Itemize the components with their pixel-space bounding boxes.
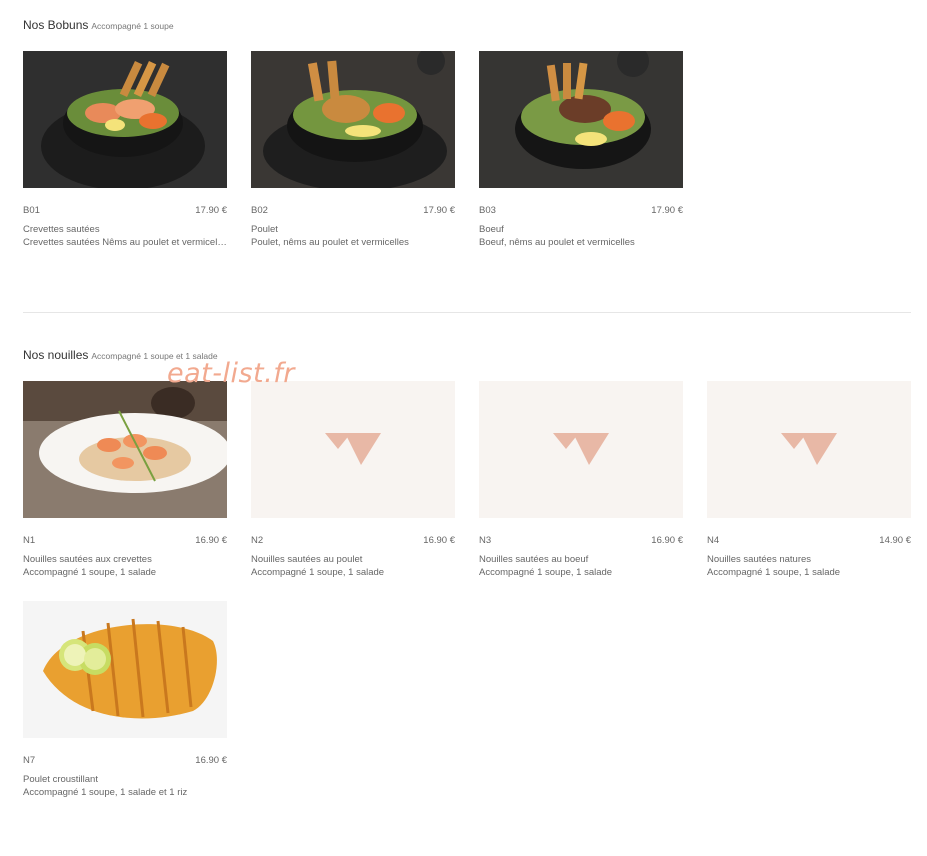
- section-bobuns: Nos Bobuns Accompagné 1 soupe: [23, 18, 911, 32]
- item-price: 17.90 €: [423, 205, 455, 216]
- item-price: 16.90 €: [651, 535, 683, 546]
- placeholder-image: [251, 381, 455, 518]
- item-code: N3: [479, 535, 492, 546]
- item-price: 16.90 €: [195, 755, 227, 766]
- section-title-text: Nos Bobuns: [23, 18, 89, 32]
- item-name: Poulet: [251, 224, 278, 235]
- item-code: N2: [251, 535, 264, 546]
- placeholder-image: [479, 381, 683, 518]
- item-price: 16.90 €: [195, 535, 227, 546]
- placeholder-logo-icon: [553, 432, 609, 465]
- item-description: Accompagné 1 soupe, 1 salade: [479, 567, 613, 578]
- item-description: Poulet, nêms au poulet et vermicelles: [251, 237, 409, 248]
- item-code: N7: [23, 755, 36, 766]
- item-name: Nouilles sautées au boeuf: [479, 554, 589, 565]
- item-code: N4: [707, 535, 720, 546]
- item-description: Accompagné 1 soupe, 1 salade: [251, 567, 385, 578]
- placeholder-logo-icon: [781, 432, 837, 465]
- bobun-shrimp-photo: [23, 51, 227, 188]
- item-name: Poulet croustillant: [23, 774, 98, 785]
- menu-item-card[interactable]: N2 16.90 € Nouilles sautées au poulet Acc…: [251, 381, 455, 578]
- placeholder-image: [707, 381, 911, 518]
- menu-item-card[interactable]: N4 14.90 € Nouilles sautées natures Accom…: [707, 381, 911, 578]
- section-title-text: Nos nouilles: [23, 348, 89, 362]
- placeholder-logo-icon: [325, 432, 381, 465]
- section-nouilles: Nos nouilles Accompagné 1 soupe et 1 sala…: [23, 348, 911, 362]
- item-code: B01: [23, 205, 40, 216]
- item-description: Boeuf, nêms au poulet et vermicelles: [479, 237, 635, 248]
- item-name: Nouilles sautées natures: [707, 554, 812, 565]
- item-name: Nouilles sautées aux crevettes: [23, 554, 152, 565]
- section-title: Nos nouilles Accompagné 1 soupe et 1 sala…: [23, 348, 911, 362]
- section-title: Nos Bobuns Accompagné 1 soupe: [23, 18, 911, 32]
- item-price: 16.90 €: [423, 535, 455, 546]
- item-description: Accompagné 1 soupe, 1 salade: [23, 567, 157, 578]
- item-description: Accompagné 1 soupe, 1 salade et 1 riz: [23, 787, 188, 798]
- item-name: Nouilles sautées au poulet: [251, 554, 363, 565]
- item-name: Boeuf: [479, 224, 504, 235]
- item-code: B02: [251, 205, 268, 216]
- menu-item-card[interactable]: N1 16.90 € Nouilles sautées aux crevettes…: [23, 381, 227, 578]
- watermark-text: eat-list.fr: [167, 358, 295, 389]
- item-code: N1: [23, 535, 36, 546]
- item-price: 17.90 €: [195, 205, 227, 216]
- item-description: Accompagné 1 soupe, 1 salade: [707, 567, 841, 578]
- item-description: Crevettes sautées Nêms au poulet et verm…: [23, 237, 227, 248]
- noodles-shrimp-photo: [23, 381, 227, 518]
- section-divider: [23, 312, 911, 313]
- menu-item-card[interactable]: N7 16.90 € Poulet croustillant Accompagné…: [23, 601, 227, 798]
- item-name: Crevettes sautées: [23, 224, 100, 235]
- item-code: B03: [479, 205, 496, 216]
- section-subtitle: Accompagné 1 soupe: [91, 21, 174, 31]
- menu-item-card[interactable]: B02 17.90 € Poulet Poulet, nêms au poulet…: [251, 51, 455, 248]
- bobun-chicken-photo: [251, 51, 455, 188]
- menu-item-card[interactable]: B01 17.90 € Crevettes sautées Crevettes s…: [23, 51, 227, 248]
- bobun-beef-photo: [479, 51, 683, 188]
- item-price: 17.90 €: [651, 205, 683, 216]
- item-price: 14.90 €: [879, 535, 911, 546]
- menu-item-card[interactable]: N3 16.90 € Nouilles sautées au boeuf Acco…: [479, 381, 683, 578]
- menu-item-card[interactable]: B03 17.90 € Boeuf Boeuf, nêms au poulet e…: [479, 51, 683, 248]
- crispy-chicken-photo: [23, 601, 227, 738]
